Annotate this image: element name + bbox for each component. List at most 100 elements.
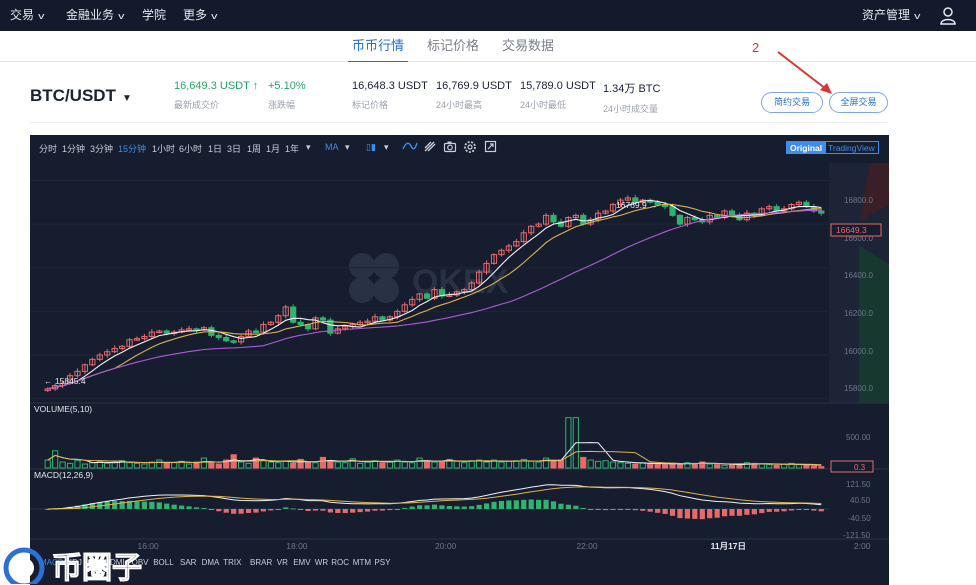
- volume-bar: [357, 462, 364, 469]
- candle-body: [297, 321, 304, 325]
- nav-asset-management[interactable]: 资产管理 v: [862, 0, 920, 31]
- volume-bar: [185, 463, 193, 469]
- price-tick-label: 16400.0: [844, 271, 873, 280]
- stat-24h-high: 16,769.9 USDT 24小时最高: [436, 80, 512, 110]
- macd-histogram-bar: [253, 509, 259, 513]
- volume-bar: [416, 457, 423, 469]
- volume-bar: [304, 461, 312, 469]
- volume-bar: [706, 463, 713, 469]
- volume-bar: [290, 462, 297, 469]
- macd-histogram-bar: [714, 509, 720, 518]
- price-tick-label: 16800.0: [844, 196, 873, 205]
- macd-histogram-bar: [156, 502, 162, 509]
- last-volume-label: 0.3: [854, 463, 866, 472]
- macd-histogram-bar: [491, 501, 497, 509]
- macd-histogram-bar: [283, 507, 289, 509]
- chevron-down-icon: v: [118, 11, 125, 21]
- macd-histogram-bar: [803, 509, 810, 510]
- volume-bar: [661, 464, 669, 469]
- macd-histogram-bar: [461, 506, 467, 509]
- volume-bar: [126, 462, 133, 469]
- macd-histogram-bar: [208, 509, 214, 510]
- volume-bar: [795, 464, 803, 469]
- macd-histogram-bar: [558, 503, 564, 509]
- macd-histogram-bar: [669, 509, 676, 516]
- macd-histogram-bar: [543, 499, 549, 509]
- candle-body: [423, 293, 431, 299]
- volume-tick-label: 500.00: [846, 433, 871, 442]
- macd-tick-label: -40.50: [848, 514, 871, 523]
- volume-bar: [513, 460, 520, 469]
- macd-histogram-bar: [736, 509, 743, 516]
- user-icon[interactable]: [940, 6, 956, 26]
- macd-histogram-bar: [595, 509, 601, 510]
- tab-mark-price[interactable]: 标记价格: [427, 31, 479, 62]
- macd-histogram-bar: [796, 509, 802, 510]
- volume-bar: [647, 462, 654, 469]
- macd-histogram-bar: [721, 509, 728, 517]
- macd-histogram-bar: [476, 504, 482, 509]
- nav-more[interactable]: 更多 v: [183, 0, 217, 31]
- nav-academy[interactable]: 学院: [142, 0, 166, 31]
- macd-tick-label: 40.50: [850, 496, 871, 505]
- macd-histogram-bar: [350, 509, 356, 513]
- volume-bar: [461, 462, 468, 469]
- volume-bar: [81, 463, 89, 469]
- site-logo: 币圈子: [3, 547, 143, 584]
- pair-selector[interactable]: BTC/USDT ▼: [30, 86, 132, 106]
- macd-histogram-bar: [513, 500, 519, 509]
- stat-mark-price: 16,648.3 USDT 标记价格: [352, 80, 428, 110]
- macd-histogram-bar: [759, 509, 765, 514]
- volume-bar: [282, 460, 289, 469]
- macd-histogram-bar: [707, 509, 713, 519]
- stat-24h-low: 15,789.0 USDT 24小时最低: [520, 80, 596, 110]
- volume-bar: [654, 463, 661, 469]
- top-navigation: 交易 v 金融业务 v 学院 更多 v 资产管理 v: [0, 0, 976, 31]
- macd-histogram-bar: [275, 509, 281, 510]
- kline-canvas: OKEX 16:0018:0020:0022:0011月17日2:004:006…: [30, 163, 889, 567]
- annotation-arrow: [777, 51, 832, 94]
- macd-panel-label: MACD(12,26,9): [34, 470, 93, 480]
- macd-histogram-bar: [744, 509, 750, 515]
- macd-histogram-bar: [818, 509, 824, 512]
- macd-histogram-bar: [699, 509, 705, 520]
- volume-bar: [602, 460, 609, 469]
- chevron-down-icon: v: [914, 11, 921, 21]
- nav-finance[interactable]: 金融业务 v: [66, 0, 124, 31]
- kline-chart[interactable]: 分时 1分钟 3分钟 15分钟 1小时 6小时 1日 3日 1周 1月 1年 ▾…: [30, 135, 889, 585]
- macd-histogram-bar: [424, 505, 430, 509]
- stat-change: +5.10% 涨跌幅: [268, 80, 306, 110]
- macd-histogram-bar: [536, 499, 542, 509]
- volume-bar: [312, 462, 319, 469]
- volume-bar: [728, 464, 736, 469]
- candle-body: [230, 340, 237, 343]
- volume-bar: [327, 460, 334, 469]
- volume-bar: [595, 460, 602, 469]
- high-price-marker: 16769.9 →: [616, 200, 658, 210]
- x-tick-label: 11月17日: [711, 541, 746, 551]
- candle-body: [215, 334, 222, 339]
- price-tick-label: 15800.0: [844, 384, 873, 393]
- divider: [30, 122, 888, 123]
- macd-histogram-bar: [379, 509, 386, 511]
- volume-bar: [66, 462, 74, 469]
- volume-bar: [409, 462, 416, 469]
- macd-histogram-bar: [335, 509, 341, 514]
- volume-bar: [468, 460, 475, 469]
- nav-trade[interactable]: 交易 v: [10, 0, 44, 31]
- volume-bar: [364, 461, 371, 469]
- macd-histogram-bar: [149, 501, 155, 509]
- tab-trading-data[interactable]: 交易数据: [502, 31, 554, 62]
- candle-body: [669, 206, 676, 216]
- macd-histogram-bar: [201, 508, 207, 510]
- volume-bar: [208, 462, 215, 469]
- macd-histogram-bar: [751, 509, 757, 515]
- macd-histogram-bar: [454, 506, 460, 509]
- macd-histogram-bar: [134, 501, 140, 509]
- macd-histogram-bar: [320, 509, 326, 511]
- macd-histogram-bar: [588, 509, 594, 510]
- volume-bar: [617, 462, 624, 469]
- macd-histogram-bar: [647, 509, 653, 512]
- tab-spot-market[interactable]: 币币行情: [347, 31, 409, 63]
- volume-bar: [267, 461, 274, 469]
